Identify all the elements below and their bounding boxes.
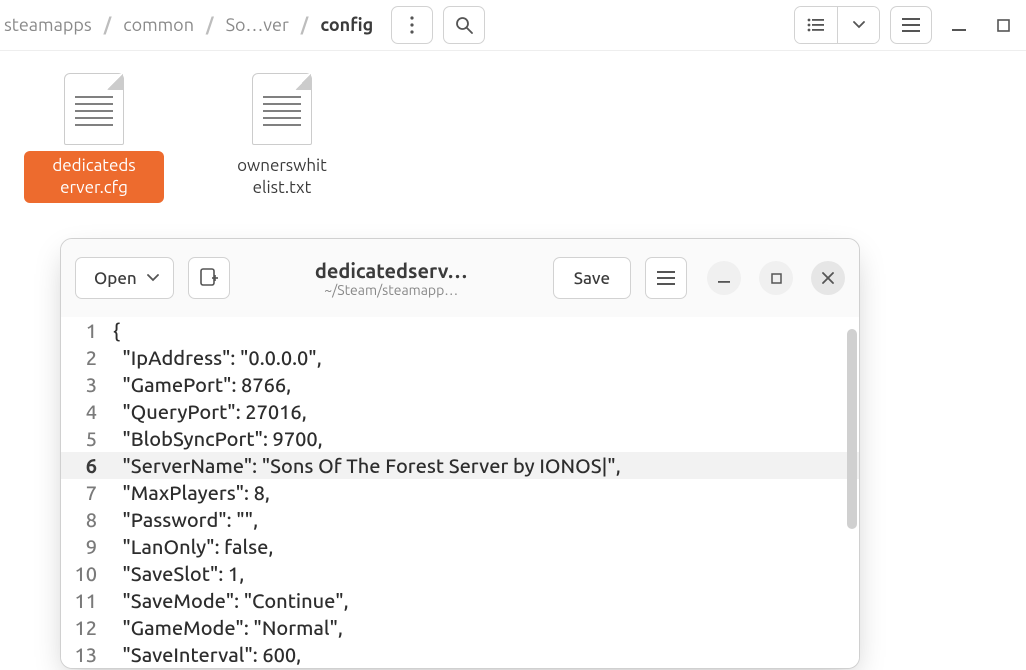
code-text: "SaveInterval": 600, — [107, 641, 301, 668]
save-button-label: Save — [574, 269, 610, 288]
code-text: "Password": "", — [107, 506, 258, 533]
code-line[interactable]: 11 "SaveMode": "Continue", — [61, 587, 859, 614]
code-line[interactable]: 8 "Password": "", — [61, 506, 859, 533]
editor-text-area[interactable]: 1{2 "IpAddress": "0.0.0.0",3 "GamePort":… — [61, 317, 859, 668]
code-line[interactable]: 9 "LanOnly": false, — [61, 533, 859, 560]
editor-title: dedicatedserv… — [315, 259, 468, 282]
file-manager-content[interactable]: dedicateds erver.cfg ownerswhit elist.tx… — [0, 50, 1026, 225]
line-number: 1 — [61, 317, 107, 344]
line-number: 6 — [61, 452, 107, 479]
text-file-icon — [252, 73, 312, 145]
code-line[interactable]: 5 "BlobSyncPort": 9700, — [61, 425, 859, 452]
editor-minimize-button[interactable] — [707, 261, 741, 295]
new-document-icon — [200, 268, 218, 288]
line-number: 3 — [61, 371, 107, 398]
code-text: "QueryPort": 27016, — [107, 398, 307, 425]
code-text: "LanOnly": false, — [107, 533, 273, 560]
open-button-label: Open — [94, 269, 137, 288]
open-button[interactable]: Open — [75, 257, 174, 299]
code-line[interactable]: 2 "IpAddress": "0.0.0.0", — [61, 344, 859, 371]
code-text: "ServerName": "Sons Of The Forest Server… — [107, 452, 621, 479]
code-text: "GameMode": "Normal", — [107, 614, 343, 641]
breadcrumb-separator: / — [301, 15, 309, 35]
file-label: dedicateds erver.cfg — [24, 151, 164, 203]
line-number: 5 — [61, 425, 107, 452]
line-number: 9 — [61, 533, 107, 560]
editor-header: Open dedicatedserv… ~/Steam/steamapp… Sa… — [61, 239, 859, 317]
code-line[interactable]: 13 "SaveInterval": 600, — [61, 641, 859, 668]
line-number: 11 — [61, 587, 107, 614]
code-text: "IpAddress": "0.0.0.0", — [107, 344, 322, 371]
line-number: 12 — [61, 614, 107, 641]
editor-menu-button[interactable] — [645, 257, 687, 299]
hamburger-menu-button[interactable] — [890, 6, 932, 44]
line-number: 2 — [61, 344, 107, 371]
editor-subtitle: ~/Steam/steamapp… — [324, 282, 458, 298]
maximize-window-button[interactable] — [986, 11, 1020, 39]
code-line[interactable]: 1{ — [61, 317, 859, 344]
line-number: 10 — [61, 560, 107, 587]
text-editor-window: Open dedicatedserv… ~/Steam/steamapp… Sa… — [60, 238, 860, 669]
file-label: ownerswhit elist.txt — [212, 151, 352, 203]
breadcrumb-item-current[interactable]: config — [316, 7, 377, 43]
line-number: 13 — [61, 641, 107, 668]
chevron-down-icon — [147, 274, 159, 282]
search-button[interactable] — [443, 6, 485, 44]
line-number: 8 — [61, 506, 107, 533]
minimize-window-button[interactable] — [942, 11, 976, 39]
view-mode-combo — [794, 6, 880, 44]
code-line[interactable]: 3 "GamePort": 8766, — [61, 371, 859, 398]
code-line[interactable]: 10 "SaveSlot": 1, — [61, 560, 859, 587]
line-number: 7 — [61, 479, 107, 506]
text-file-icon — [64, 73, 124, 145]
breadcrumb-item-steamapps[interactable]: steamapps — [0, 7, 96, 43]
file-item-ownerswhitelist-txt[interactable]: ownerswhit elist.txt — [212, 73, 352, 203]
breadcrumb-separator: / — [206, 15, 214, 35]
editor-close-button[interactable] — [811, 261, 845, 295]
line-number: 4 — [61, 398, 107, 425]
breadcrumb-separator: / — [104, 15, 112, 35]
code-line[interactable]: 6 "ServerName": "Sons Of The Forest Serv… — [61, 452, 859, 479]
list-view-button[interactable] — [795, 7, 837, 43]
editor-maximize-button[interactable] — [759, 261, 793, 295]
editor-scrollbar[interactable] — [847, 329, 857, 662]
view-options-dropdown[interactable] — [837, 7, 879, 43]
code-line[interactable]: 7 "MaxPlayers": 8, — [61, 479, 859, 506]
new-tab-button[interactable] — [188, 257, 230, 299]
scrollbar-thumb[interactable] — [847, 329, 857, 529]
hamburger-icon — [657, 271, 675, 285]
code-line[interactable]: 4 "QueryPort": 27016, — [61, 398, 859, 425]
code-text: "BlobSyncPort": 9700, — [107, 425, 323, 452]
editor-title-area: dedicatedserv… ~/Steam/steamapp… — [244, 259, 539, 298]
breadcrumb: steamapps / common / So…ver / config — [0, 7, 377, 43]
code-text: "SaveSlot": 1, — [107, 560, 244, 587]
breadcrumb-item-common[interactable]: common — [119, 7, 198, 43]
more-actions-button[interactable] — [391, 6, 433, 44]
save-button[interactable]: Save — [553, 257, 631, 299]
file-manager-header: steamapps / common / So…ver / config — [0, 0, 1026, 50]
code-text: { — [107, 317, 120, 344]
breadcrumb-item-parent[interactable]: So…ver — [222, 7, 293, 43]
code-line[interactable]: 12 "GameMode": "Normal", — [61, 614, 859, 641]
file-item-dedicatedserver-cfg[interactable]: dedicateds erver.cfg — [24, 73, 164, 203]
code-text: "SaveMode": "Continue", — [107, 587, 349, 614]
code-text: "MaxPlayers": 8, — [107, 479, 270, 506]
code-text: "GamePort": 8766, — [107, 371, 291, 398]
